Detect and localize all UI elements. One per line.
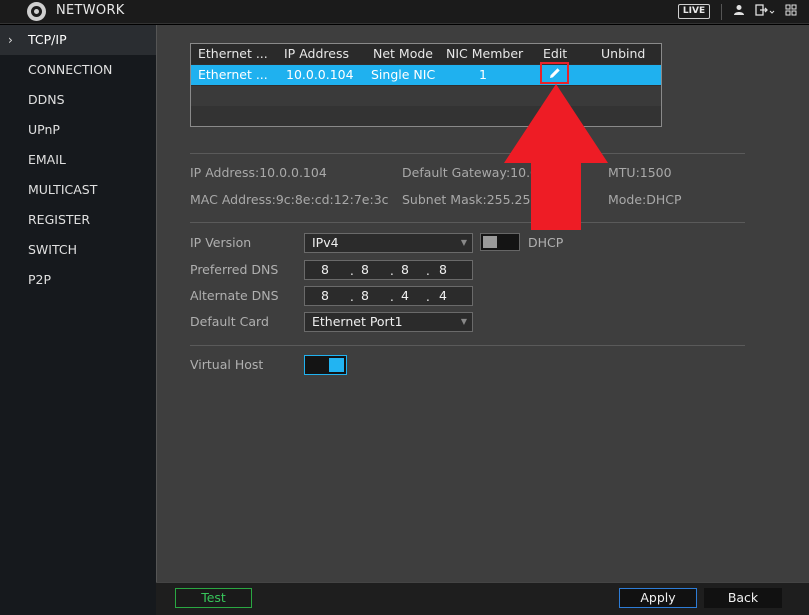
ip-octet[interactable]: 8 bbox=[354, 261, 376, 279]
toggle-knob bbox=[329, 358, 344, 372]
sidebar-item-multicast[interactable]: MULTICAST bbox=[0, 175, 156, 205]
cell-nic-member: 1 bbox=[479, 67, 487, 82]
logout-icon[interactable] bbox=[754, 4, 776, 20]
sidebar-item-ddns[interactable]: DDNS bbox=[0, 85, 156, 115]
info-label: MTU: bbox=[608, 165, 640, 180]
window-title: NETWORK bbox=[56, 3, 125, 18]
sidebar-item-label: EMAIL bbox=[28, 152, 66, 167]
preferred-dns-input[interactable]: 8 . 8 . 8 . 8 bbox=[304, 260, 473, 280]
virtual-host-label: Virtual Host bbox=[190, 357, 264, 372]
network-globe-icon bbox=[27, 2, 46, 21]
ip-version-label: IP Version bbox=[190, 235, 252, 250]
sidebar-item-label: DDNS bbox=[28, 92, 65, 107]
ip-octet[interactable]: 4 bbox=[432, 287, 454, 305]
dropdown-caret-icon: ▼ bbox=[460, 238, 467, 247]
toggle-knob bbox=[483, 236, 497, 248]
sidebar-item-upnp[interactable]: UPnP bbox=[0, 115, 156, 145]
table-row[interactable]: Ethernet ... 10.0.0.104 Single NIC 1 bbox=[191, 65, 661, 85]
live-button[interactable]: LIVE bbox=[678, 4, 710, 19]
ip-octet[interactable]: 4 bbox=[394, 287, 416, 305]
ip-dot: . bbox=[426, 264, 430, 278]
section-divider bbox=[190, 153, 745, 154]
sidebar-item-label: UPnP bbox=[28, 122, 60, 137]
info-label: Subnet Mask: bbox=[402, 192, 487, 207]
alternate-dns-input[interactable]: 8 . 8 . 4 . 4 bbox=[304, 286, 473, 306]
ip-octet[interactable]: 8 bbox=[314, 261, 336, 279]
dhcp-toggle[interactable] bbox=[480, 233, 520, 251]
apply-button[interactable]: Apply bbox=[619, 588, 697, 608]
column-header-edit: Edit bbox=[543, 46, 568, 61]
preferred-dns-label: Preferred DNS bbox=[190, 262, 279, 277]
table-header: Ethernet ... IP Address Net Mode NIC Mem… bbox=[191, 44, 661, 64]
chevron-right-icon: › bbox=[8, 33, 13, 47]
ip-octet[interactable]: 8 bbox=[314, 287, 336, 305]
column-header-net-mode[interactable]: Net Mode bbox=[373, 44, 438, 64]
sidebar-item-p2p[interactable]: P2P bbox=[0, 265, 156, 295]
title-bar: NETWORK LIVE bbox=[0, 0, 809, 24]
section-divider bbox=[190, 222, 745, 223]
cell-ip-address: 10.0.0.104 bbox=[286, 67, 354, 82]
column-header-ethernet[interactable]: Ethernet ... bbox=[198, 44, 273, 64]
info-label: IP Address: bbox=[190, 165, 260, 180]
titlebar-divider bbox=[721, 4, 722, 20]
ip-octet[interactable]: 8 bbox=[354, 287, 376, 305]
info-label: Mode: bbox=[608, 192, 647, 207]
sidebar-item-connection[interactable]: CONNECTION bbox=[0, 55, 156, 85]
cell-net-mode: Single NIC bbox=[371, 67, 436, 82]
column-header-nic-member[interactable]: NIC Member bbox=[446, 44, 528, 64]
sidebar-item-tcpip[interactable]: › TCP/IP bbox=[0, 25, 156, 55]
alternate-dns-label: Alternate DNS bbox=[190, 288, 279, 303]
info-value: 10.0.0.104 bbox=[259, 165, 327, 180]
menu-grid-icon[interactable] bbox=[784, 4, 798, 20]
cell-ethernet: Ethernet ... bbox=[198, 67, 268, 82]
info-value: DHCP bbox=[646, 192, 682, 207]
pencil-icon[interactable] bbox=[549, 67, 561, 79]
sidebar-item-register[interactable]: REGISTER bbox=[0, 205, 156, 235]
red-arrow-annotation bbox=[504, 84, 608, 230]
info-value: 9c:8e:cd:12:7e:3c bbox=[275, 192, 389, 207]
dhcp-label: DHCP bbox=[528, 235, 564, 250]
column-header-ip-address[interactable]: IP Address bbox=[284, 44, 359, 64]
sidebar-item-label: TCP/IP bbox=[28, 32, 67, 47]
sidebar-item-label: SWITCH bbox=[28, 242, 78, 257]
default-card-label: Default Card bbox=[190, 314, 269, 329]
sidebar-item-switch[interactable]: SWITCH bbox=[0, 235, 156, 265]
sidebar-item-label: P2P bbox=[28, 272, 52, 287]
sidebar-item-label: REGISTER bbox=[28, 212, 91, 227]
virtual-host-toggle[interactable] bbox=[304, 355, 347, 375]
info-value: 1500 bbox=[639, 165, 672, 180]
default-card-value: Ethernet Port1 bbox=[312, 314, 403, 329]
column-header-unbind: Unbind bbox=[601, 46, 646, 61]
sidebar-item-label: CONNECTION bbox=[28, 62, 113, 77]
ip-octet[interactable]: 8 bbox=[394, 261, 416, 279]
info-label: Default Gateway: bbox=[402, 165, 511, 180]
edit-button-highlight[interactable] bbox=[540, 62, 569, 84]
mac-address-info: MAC Address:9c:8e:cd:12:7e:3c bbox=[190, 192, 389, 207]
ip-octet[interactable]: 8 bbox=[432, 261, 454, 279]
info-label: MAC Address: bbox=[190, 192, 276, 207]
back-button[interactable]: Back bbox=[704, 588, 782, 608]
ip-version-select[interactable]: IPv4 ▼ bbox=[304, 233, 473, 253]
cell-unbind bbox=[601, 65, 656, 85]
default-card-select[interactable]: Ethernet Port1 ▼ bbox=[304, 312, 473, 332]
dropdown-caret-icon: ▼ bbox=[460, 317, 467, 326]
sidebar-item-label: MULTICAST bbox=[28, 182, 98, 197]
sidebar-item-email[interactable]: EMAIL bbox=[0, 145, 156, 175]
test-button[interactable]: Test bbox=[175, 588, 252, 608]
ip-dot: . bbox=[426, 290, 430, 304]
user-icon[interactable] bbox=[732, 4, 746, 20]
mode-info: Mode:DHCP bbox=[608, 192, 682, 207]
ip-address-info: IP Address:10.0.0.104 bbox=[190, 165, 327, 180]
section-divider bbox=[190, 345, 745, 346]
ip-version-value: IPv4 bbox=[312, 235, 339, 250]
mtu-info: MTU:1500 bbox=[608, 165, 672, 180]
sidebar: › TCP/IP CONNECTION DDNS UPnP EMAIL MULT… bbox=[0, 25, 156, 615]
